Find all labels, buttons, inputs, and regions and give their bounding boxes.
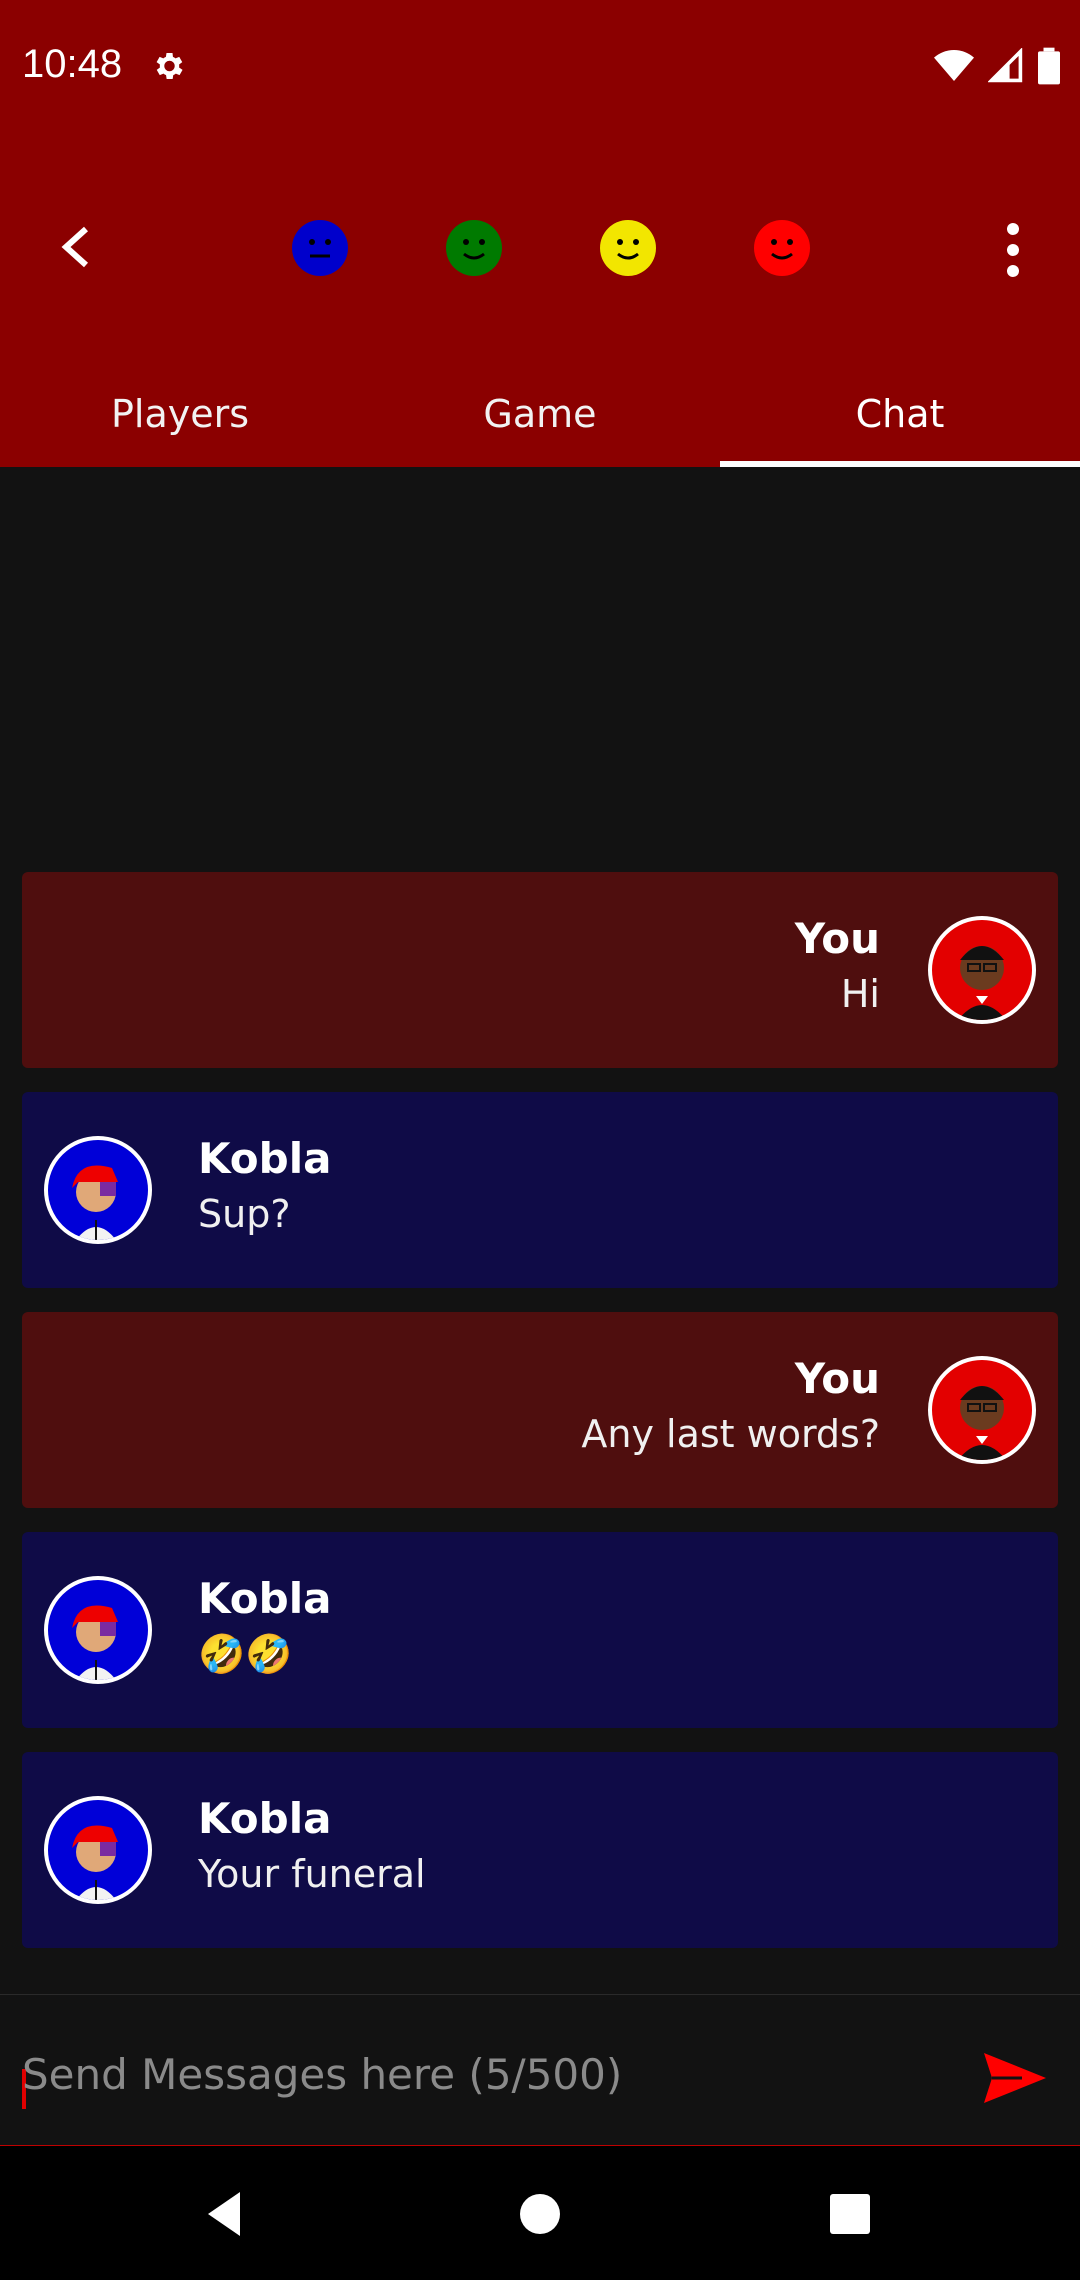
chat-message[interactable]: You Hi: [22, 872, 1058, 1068]
status-time: 10:48: [22, 42, 123, 86]
avatar[interactable]: [928, 1356, 1036, 1464]
more-vert-icon[interactable]: [998, 220, 1028, 280]
message-sender: You: [794, 914, 880, 963]
message-text: Sup?: [198, 1192, 291, 1236]
message-sender: Kobla: [198, 1574, 332, 1623]
face-icon-green[interactable]: [446, 220, 502, 276]
message-text: Hi: [840, 972, 880, 1016]
message-composer: Send Messages here (5/500): [0, 1994, 1080, 2147]
message-sender: You: [794, 1354, 880, 1403]
nav-home-icon[interactable]: [510, 2184, 570, 2244]
chat-message[interactable]: Kobla 🤣🤣: [22, 1532, 1058, 1728]
signal-icon: [988, 48, 1023, 83]
avatar[interactable]: [44, 1796, 152, 1904]
nav-back-icon[interactable]: [196, 2184, 256, 2244]
battery-icon: [1038, 47, 1060, 85]
message-sender: Kobla: [198, 1794, 332, 1843]
send-icon[interactable]: [982, 2049, 1048, 2107]
face-icon-blue[interactable]: [292, 220, 348, 276]
message-text: 🤣🤣: [198, 1632, 293, 1676]
app-bar: 10:48 Players Game Chat: [0, 0, 1080, 467]
message-text: Your funeral: [198, 1852, 426, 1896]
chat-message[interactable]: You Any last words?: [22, 1312, 1058, 1508]
avatar[interactable]: [44, 1136, 152, 1244]
avatar[interactable]: [928, 916, 1036, 1024]
tab-indicator: [720, 461, 1080, 467]
avatar[interactable]: [44, 1576, 152, 1684]
tab-players[interactable]: Players: [0, 360, 360, 467]
face-icon-yellow[interactable]: [600, 220, 656, 276]
nav-recents-icon[interactable]: [820, 2184, 880, 2244]
tab-bar: Players Game Chat: [0, 360, 1080, 467]
chat-message[interactable]: Kobla Your funeral: [22, 1752, 1058, 1948]
message-input[interactable]: Send Messages here (5/500): [22, 2045, 952, 2105]
face-icon-red[interactable]: [754, 220, 810, 276]
message-text: Any last words?: [581, 1412, 880, 1456]
status-icons: [934, 44, 1060, 88]
message-sender: Kobla: [198, 1134, 332, 1183]
player-faces: [0, 220, 1080, 280]
chat-message[interactable]: Kobla Sup?: [22, 1092, 1058, 1288]
gear-icon: [156, 52, 183, 80]
system-nav-bar: [0, 2146, 1080, 2280]
wifi-icon: [934, 50, 974, 81]
tab-chat[interactable]: Chat: [720, 360, 1080, 467]
tab-game[interactable]: Game: [360, 360, 720, 467]
